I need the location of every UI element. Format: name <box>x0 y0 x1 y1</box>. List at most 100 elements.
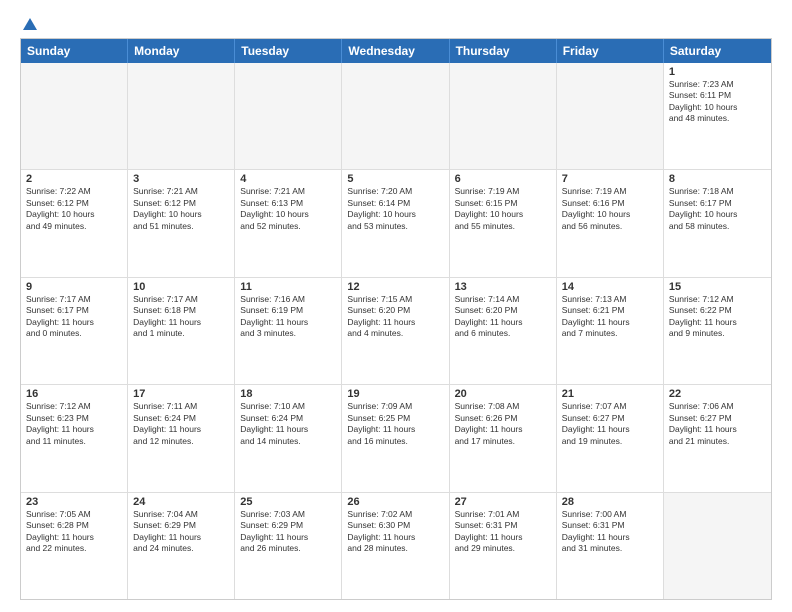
day-number: 20 <box>455 388 551 400</box>
day-info: Sunrise: 7:18 AM Sunset: 6:17 PM Dayligh… <box>669 186 766 232</box>
empty-cell-0-0 <box>21 63 128 169</box>
day-info: Sunrise: 7:14 AM Sunset: 6:20 PM Dayligh… <box>455 294 551 340</box>
day-info: Sunrise: 7:05 AM Sunset: 6:28 PM Dayligh… <box>26 509 122 555</box>
day-number: 7 <box>562 173 658 185</box>
day-cell-1: 1Sunrise: 7:23 AM Sunset: 6:11 PM Daylig… <box>664 63 771 169</box>
day-number: 22 <box>669 388 766 400</box>
day-number: 21 <box>562 388 658 400</box>
day-info: Sunrise: 7:11 AM Sunset: 6:24 PM Dayligh… <box>133 401 229 447</box>
day-number: 4 <box>240 173 336 185</box>
day-cell-24: 24Sunrise: 7:04 AM Sunset: 6:29 PM Dayli… <box>128 493 235 599</box>
empty-cell-0-1 <box>128 63 235 169</box>
day-number: 11 <box>240 281 336 293</box>
day-number: 14 <box>562 281 658 293</box>
day-cell-3: 3Sunrise: 7:21 AM Sunset: 6:12 PM Daylig… <box>128 170 235 276</box>
empty-cell-0-4 <box>450 63 557 169</box>
calendar-row-2: 9Sunrise: 7:17 AM Sunset: 6:17 PM Daylig… <box>21 277 771 384</box>
calendar-row-0: 1Sunrise: 7:23 AM Sunset: 6:11 PM Daylig… <box>21 63 771 169</box>
day-number: 26 <box>347 496 443 508</box>
day-info: Sunrise: 7:22 AM Sunset: 6:12 PM Dayligh… <box>26 186 122 232</box>
day-info: Sunrise: 7:19 AM Sunset: 6:16 PM Dayligh… <box>562 186 658 232</box>
calendar: SundayMondayTuesdayWednesdayThursdayFrid… <box>20 38 772 600</box>
day-cell-26: 26Sunrise: 7:02 AM Sunset: 6:30 PM Dayli… <box>342 493 449 599</box>
day-cell-16: 16Sunrise: 7:12 AM Sunset: 6:23 PM Dayli… <box>21 385 128 491</box>
day-number: 16 <box>26 388 122 400</box>
calendar-row-1: 2Sunrise: 7:22 AM Sunset: 6:12 PM Daylig… <box>21 169 771 276</box>
day-cell-11: 11Sunrise: 7:16 AM Sunset: 6:19 PM Dayli… <box>235 278 342 384</box>
day-info: Sunrise: 7:15 AM Sunset: 6:20 PM Dayligh… <box>347 294 443 340</box>
day-info: Sunrise: 7:17 AM Sunset: 6:18 PM Dayligh… <box>133 294 229 340</box>
day-info: Sunrise: 7:17 AM Sunset: 6:17 PM Dayligh… <box>26 294 122 340</box>
empty-cell-4-6 <box>664 493 771 599</box>
day-cell-4: 4Sunrise: 7:21 AM Sunset: 6:13 PM Daylig… <box>235 170 342 276</box>
page: SundayMondayTuesdayWednesdayThursdayFrid… <box>0 0 792 612</box>
day-cell-22: 22Sunrise: 7:06 AM Sunset: 6:27 PM Dayli… <box>664 385 771 491</box>
empty-cell-0-5 <box>557 63 664 169</box>
day-number: 8 <box>669 173 766 185</box>
day-info: Sunrise: 7:10 AM Sunset: 6:24 PM Dayligh… <box>240 401 336 447</box>
day-number: 18 <box>240 388 336 400</box>
calendar-body: 1Sunrise: 7:23 AM Sunset: 6:11 PM Daylig… <box>21 63 771 599</box>
day-cell-2: 2Sunrise: 7:22 AM Sunset: 6:12 PM Daylig… <box>21 170 128 276</box>
day-cell-13: 13Sunrise: 7:14 AM Sunset: 6:20 PM Dayli… <box>450 278 557 384</box>
day-cell-5: 5Sunrise: 7:20 AM Sunset: 6:14 PM Daylig… <box>342 170 449 276</box>
day-cell-6: 6Sunrise: 7:19 AM Sunset: 6:15 PM Daylig… <box>450 170 557 276</box>
calendar-row-4: 23Sunrise: 7:05 AM Sunset: 6:28 PM Dayli… <box>21 492 771 599</box>
day-info: Sunrise: 7:20 AM Sunset: 6:14 PM Dayligh… <box>347 186 443 232</box>
day-info: Sunrise: 7:04 AM Sunset: 6:29 PM Dayligh… <box>133 509 229 555</box>
day-number: 23 <box>26 496 122 508</box>
day-number: 17 <box>133 388 229 400</box>
day-info: Sunrise: 7:06 AM Sunset: 6:27 PM Dayligh… <box>669 401 766 447</box>
empty-cell-0-2 <box>235 63 342 169</box>
logo <box>20 16 40 30</box>
day-number: 28 <box>562 496 658 508</box>
day-cell-23: 23Sunrise: 7:05 AM Sunset: 6:28 PM Dayli… <box>21 493 128 599</box>
weekday-header-tuesday: Tuesday <box>235 39 342 63</box>
day-info: Sunrise: 7:00 AM Sunset: 6:31 PM Dayligh… <box>562 509 658 555</box>
day-number: 1 <box>669 66 766 78</box>
weekday-header-wednesday: Wednesday <box>342 39 449 63</box>
day-number: 19 <box>347 388 443 400</box>
weekday-header-saturday: Saturday <box>664 39 771 63</box>
day-number: 13 <box>455 281 551 293</box>
day-cell-18: 18Sunrise: 7:10 AM Sunset: 6:24 PM Dayli… <box>235 385 342 491</box>
day-info: Sunrise: 7:13 AM Sunset: 6:21 PM Dayligh… <box>562 294 658 340</box>
day-cell-12: 12Sunrise: 7:15 AM Sunset: 6:20 PM Dayli… <box>342 278 449 384</box>
day-number: 3 <box>133 173 229 185</box>
header <box>20 16 772 30</box>
day-info: Sunrise: 7:02 AM Sunset: 6:30 PM Dayligh… <box>347 509 443 555</box>
weekday-header-monday: Monday <box>128 39 235 63</box>
day-cell-21: 21Sunrise: 7:07 AM Sunset: 6:27 PM Dayli… <box>557 385 664 491</box>
day-number: 15 <box>669 281 766 293</box>
day-cell-27: 27Sunrise: 7:01 AM Sunset: 6:31 PM Dayli… <box>450 493 557 599</box>
day-info: Sunrise: 7:03 AM Sunset: 6:29 PM Dayligh… <box>240 509 336 555</box>
day-number: 9 <box>26 281 122 293</box>
day-cell-9: 9Sunrise: 7:17 AM Sunset: 6:17 PM Daylig… <box>21 278 128 384</box>
day-info: Sunrise: 7:09 AM Sunset: 6:25 PM Dayligh… <box>347 401 443 447</box>
day-number: 6 <box>455 173 551 185</box>
day-info: Sunrise: 7:08 AM Sunset: 6:26 PM Dayligh… <box>455 401 551 447</box>
day-cell-19: 19Sunrise: 7:09 AM Sunset: 6:25 PM Dayli… <box>342 385 449 491</box>
day-number: 25 <box>240 496 336 508</box>
day-cell-28: 28Sunrise: 7:00 AM Sunset: 6:31 PM Dayli… <box>557 493 664 599</box>
day-info: Sunrise: 7:21 AM Sunset: 6:13 PM Dayligh… <box>240 186 336 232</box>
day-cell-25: 25Sunrise: 7:03 AM Sunset: 6:29 PM Dayli… <box>235 493 342 599</box>
weekday-header-thursday: Thursday <box>450 39 557 63</box>
day-number: 5 <box>347 173 443 185</box>
day-cell-17: 17Sunrise: 7:11 AM Sunset: 6:24 PM Dayli… <box>128 385 235 491</box>
weekday-header-sunday: Sunday <box>21 39 128 63</box>
day-cell-14: 14Sunrise: 7:13 AM Sunset: 6:21 PM Dayli… <box>557 278 664 384</box>
calendar-header: SundayMondayTuesdayWednesdayThursdayFrid… <box>21 39 771 63</box>
empty-cell-0-3 <box>342 63 449 169</box>
day-cell-7: 7Sunrise: 7:19 AM Sunset: 6:16 PM Daylig… <box>557 170 664 276</box>
day-info: Sunrise: 7:16 AM Sunset: 6:19 PM Dayligh… <box>240 294 336 340</box>
day-info: Sunrise: 7:12 AM Sunset: 6:23 PM Dayligh… <box>26 401 122 447</box>
day-info: Sunrise: 7:07 AM Sunset: 6:27 PM Dayligh… <box>562 401 658 447</box>
day-cell-8: 8Sunrise: 7:18 AM Sunset: 6:17 PM Daylig… <box>664 170 771 276</box>
day-cell-10: 10Sunrise: 7:17 AM Sunset: 6:18 PM Dayli… <box>128 278 235 384</box>
day-number: 2 <box>26 173 122 185</box>
day-number: 12 <box>347 281 443 293</box>
calendar-row-3: 16Sunrise: 7:12 AM Sunset: 6:23 PM Dayli… <box>21 384 771 491</box>
day-number: 24 <box>133 496 229 508</box>
logo-icon <box>21 16 39 34</box>
